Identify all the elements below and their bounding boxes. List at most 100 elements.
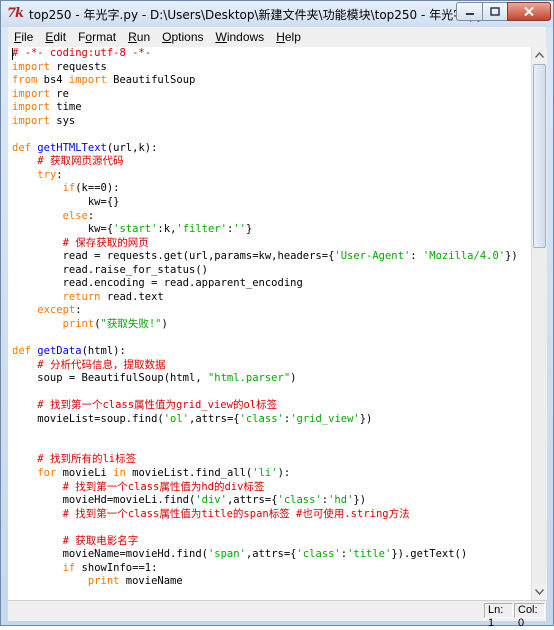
code-token: getHTMLText [37, 141, 107, 154]
code-line[interactable]: ​ [12, 128, 518, 142]
menu-help[interactable]: Help [270, 27, 307, 47]
code-line[interactable]: print movieName [12, 575, 518, 589]
code-line[interactable]: import requests [12, 61, 518, 75]
code-token: def [12, 141, 31, 154]
code-line[interactable]: # 找到第一个class属性值为hd的div标签 [12, 481, 518, 495]
code-editor[interactable]: # -*- coding:utf-8 -*- import requests fro… [8, 47, 531, 600]
code-text[interactable]: # -*- coding:utf-8 -*- import requests fro… [12, 47, 518, 589]
code-line[interactable]: def getData(html): [12, 345, 518, 359]
code-token: 'start' [113, 223, 158, 236]
idle-app-icon[interactable]: 7k [7, 6, 24, 22]
code-line[interactable]: read.raise_for_status() [12, 264, 518, 278]
code-line[interactable]: ​ [12, 386, 518, 400]
code-line[interactable]: import sys [12, 115, 518, 129]
code-line[interactable]: kw={} [12, 196, 518, 210]
code-token: }) [359, 412, 373, 425]
code-token: '' [233, 223, 246, 236]
code-line[interactable]: print("获取失败!") [12, 318, 518, 332]
code-line[interactable]: else: [12, 210, 518, 224]
code-line[interactable]: # 找到所有的li标签 [12, 453, 518, 467]
code-line[interactable]: # 获取网页源代码 [12, 155, 518, 169]
code-token: import [68, 74, 107, 87]
code-token: showInfo==1: [75, 561, 158, 574]
menu-file[interactable]: File [8, 27, 39, 47]
code-token: BeautifulSoup [106, 74, 196, 87]
code-token: def [12, 345, 31, 358]
code-line[interactable]: # 保存获取的网页 [12, 237, 518, 251]
code-line[interactable]: import re [12, 88, 518, 102]
code-token: # 获取网页源代码 [37, 155, 124, 168]
code-token: :k, [157, 223, 177, 236]
code-line[interactable]: read = requests.get(url,params=kw,header… [12, 250, 518, 264]
title-bar[interactable]: 7k top250 - 年光字.py - D:\Users\Desktop\新建… [1, 1, 553, 27]
vertical-scrollbar[interactable] [531, 47, 547, 600]
code-line[interactable]: # 找到第一个class属性值为grid_view的ol标签 [12, 399, 518, 413]
code-line[interactable]: import time [12, 101, 518, 115]
code-token: 'div' [195, 494, 227, 507]
code-token: 'title' [347, 548, 392, 561]
code-token: # 获取电影名字 [62, 534, 139, 547]
code-line[interactable]: ​ [12, 426, 518, 440]
code-line[interactable]: kw={'start':k,'filter':''} [12, 223, 518, 237]
code-line[interactable]: # 获取电影名字 [12, 535, 518, 549]
menu-format[interactable]: Format [72, 27, 122, 47]
close-button[interactable] [507, 2, 551, 21]
code-token: # 找到第一个class属性值为title的span标签 #也可使用.strin… [62, 507, 410, 520]
code-line[interactable]: if(k==0): [12, 182, 518, 196]
code-line[interactable]: read.encoding = read.apparent_encoding [12, 277, 518, 291]
code-token: movieName [119, 575, 183, 588]
code-line[interactable]: try: [12, 169, 518, 183]
code-line[interactable]: except: [12, 304, 518, 318]
scroll-up-button[interactable] [532, 47, 547, 63]
menu-options[interactable]: Options [156, 27, 209, 47]
code-line[interactable]: soup = BeautifulSoup(html, "html.parser"… [12, 372, 518, 386]
code-line[interactable]: ​ [12, 521, 518, 535]
close-icon [524, 6, 534, 17]
code-line[interactable]: # 分析代码信息，提取数据 [12, 359, 518, 373]
code-line[interactable]: ​ [12, 331, 518, 345]
scroll-down-button[interactable] [532, 584, 547, 600]
maximize-button[interactable] [482, 2, 507, 21]
text-cursor [12, 48, 13, 60]
code-line[interactable]: ​ [12, 440, 518, 454]
code-token: from [12, 74, 38, 87]
code-token: bs4 [37, 74, 69, 87]
code-token: 'filter' [176, 223, 227, 236]
code-token: "获取失败!" [100, 317, 162, 330]
code-token: 'User-Agent' [334, 250, 411, 263]
code-line[interactable]: from bs4 import BeautifulSoup [12, 74, 518, 88]
code-line[interactable]: if showInfo==1: [12, 562, 518, 576]
code-line[interactable]: movieList=soup.find('ol',attrs={'class':… [12, 413, 518, 427]
code-line[interactable]: def getHTMLText(url,k): [12, 142, 518, 156]
code-token: ,attrs={ [189, 412, 240, 425]
code-token: getData [37, 345, 82, 358]
code-line[interactable]: for movieLi in movieList.find_all('li'): [12, 467, 518, 481]
code-token: 'Mozilla/4.0' [422, 250, 506, 263]
code-token: 'class' [296, 548, 341, 561]
code-line[interactable]: movieHd=movieLi.find('div',attrs={'class… [12, 494, 518, 508]
code-line[interactable]: # -*- coding:utf-8 -*- [12, 47, 518, 61]
scrollbar-thumb[interactable] [533, 64, 546, 248]
code-token: 'ol' [163, 412, 190, 425]
code-token: ) [161, 317, 168, 330]
minimize-button[interactable] [456, 2, 482, 21]
menu-bar: File Edit Format Run Options Windows Help [8, 27, 546, 48]
code-token: 'hd' [328, 494, 354, 507]
code-line[interactable]: # 找到第一个class属性值为title的span标签 #也可使用.strin… [12, 508, 518, 522]
menu-edit[interactable]: Edit [39, 27, 72, 47]
code-line[interactable]: movieName=movieHd.find('span',attrs={'cl… [12, 548, 518, 562]
menu-windows[interactable]: Windows [210, 27, 271, 47]
code-line[interactable]: return read.text [12, 291, 518, 305]
code-token: kw={} [12, 196, 120, 209]
code-token: else [62, 209, 88, 222]
code-token: movieLi [56, 466, 114, 479]
column-number-status: Col: 0 [514, 603, 545, 629]
menu-run[interactable]: Run [122, 27, 156, 47]
